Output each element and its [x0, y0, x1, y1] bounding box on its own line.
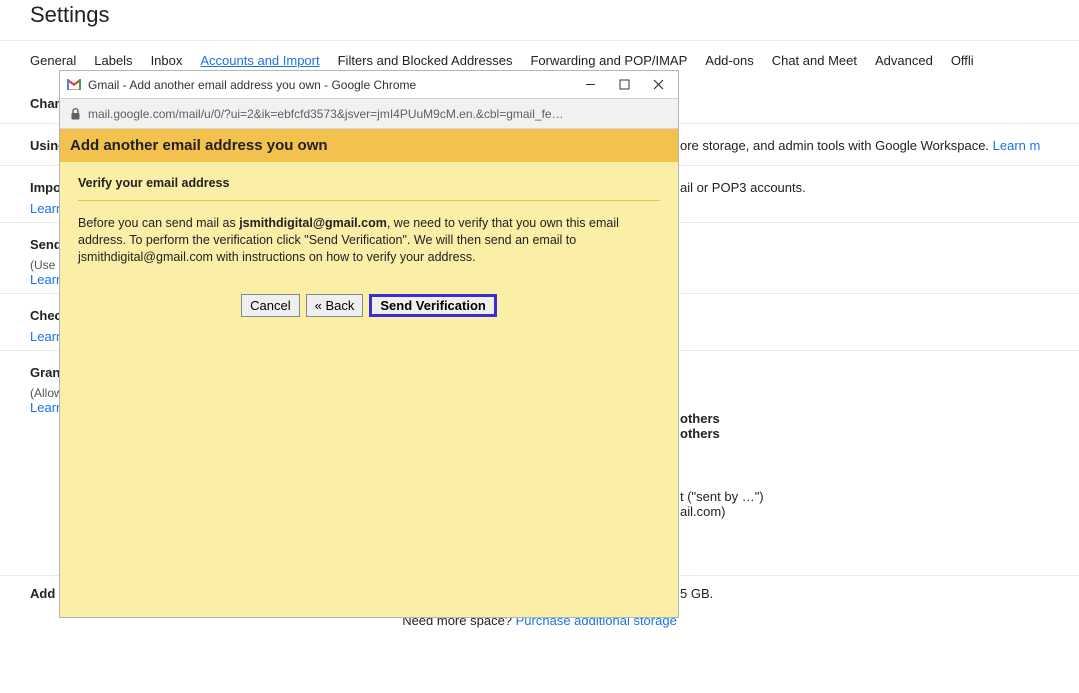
sent-by-text: t ("sent by …") — [680, 489, 764, 504]
tab-labels[interactable]: Labels — [94, 53, 132, 68]
tab-general[interactable]: General — [30, 53, 76, 68]
verify-divider — [78, 200, 660, 201]
section-check: Chec — [30, 308, 62, 323]
others-text-2: others — [680, 426, 720, 441]
close-icon[interactable] — [650, 77, 666, 93]
tab-addons[interactable]: Add-ons — [705, 53, 753, 68]
lock-icon — [70, 108, 88, 120]
tab-chat-meet[interactable]: Chat and Meet — [772, 53, 857, 68]
section-change: Chan — [30, 96, 63, 111]
page-title: Settings — [0, 0, 1079, 40]
gmail-icon — [66, 77, 82, 93]
button-row: Cancel « Back Send Verification — [78, 294, 660, 317]
send-verification-button[interactable]: Send Verification — [369, 294, 496, 317]
verify-text: Before you can send mail as jsmithdigita… — [78, 215, 660, 266]
tab-accounts-import[interactable]: Accounts and Import — [200, 53, 319, 68]
workspace-text: ore storage, and admin tools with Google… — [680, 138, 993, 153]
others-text-1: others — [680, 411, 720, 426]
popup-header: Add another email address you own — [60, 129, 678, 162]
pop3-text: ail or POP3 accounts. — [680, 180, 806, 195]
verify-subtitle: Verify your email address — [78, 176, 660, 190]
maximize-icon[interactable] — [616, 77, 632, 93]
address-bar: mail.google.com/mail/u/0/?ui=2&ik=ebfcfd… — [60, 99, 678, 129]
section-send: Send — [30, 237, 62, 252]
popup-content: Add another email address you own Verify… — [60, 129, 678, 617]
popup-window: Gmail - Add another email address you ow… — [59, 70, 679, 618]
window-titlebar: Gmail - Add another email address you ow… — [60, 71, 678, 99]
mailcom-text: ail.com) — [680, 504, 726, 519]
window-title-text: Gmail - Add another email address you ow… — [88, 78, 582, 92]
minimize-icon[interactable] — [582, 77, 598, 93]
tab-advanced[interactable]: Advanced — [875, 53, 933, 68]
back-button[interactable]: « Back — [306, 294, 364, 317]
tab-forwarding[interactable]: Forwarding and POP/IMAP — [530, 53, 687, 68]
verify-email: jsmithdigital@gmail.com — [239, 216, 387, 230]
section-import: Impo — [30, 180, 61, 195]
tab-offline[interactable]: Offli — [951, 53, 974, 68]
verify-before: Before you can send mail as — [78, 216, 239, 230]
fifteen-gb: 5 GB. — [680, 586, 713, 601]
url-text: mail.google.com/mail/u/0/?ui=2&ik=ebfcfd… — [88, 107, 668, 121]
learn-more-link[interactable]: Learn m — [993, 138, 1041, 153]
tab-inbox[interactable]: Inbox — [151, 53, 183, 68]
cancel-button[interactable]: Cancel — [241, 294, 299, 317]
tab-filters[interactable]: Filters and Blocked Addresses — [338, 53, 513, 68]
